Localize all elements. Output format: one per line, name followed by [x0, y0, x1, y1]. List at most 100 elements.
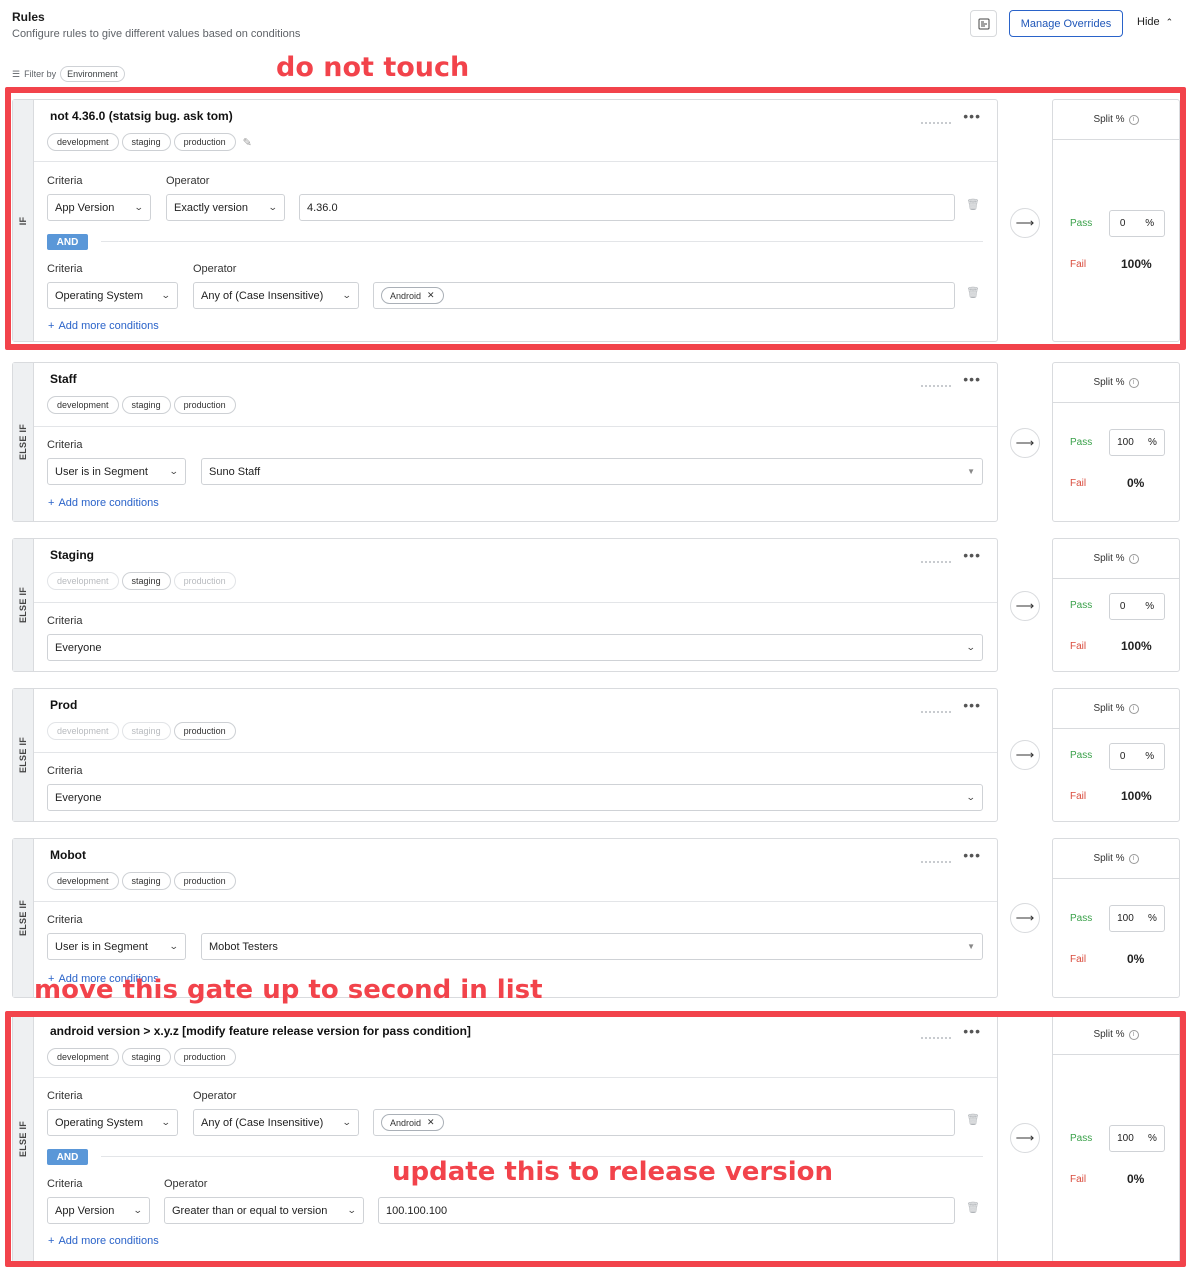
environment-tags: development staging production [47, 872, 236, 890]
fail-value: 100% [1121, 789, 1152, 803]
drag-handle[interactable] [921, 711, 951, 714]
criteria-label: Criteria [47, 914, 83, 926]
overrides-icon-button[interactable] [970, 10, 997, 37]
criteria-value: Everyone [55, 641, 102, 654]
arrow-right-icon: ⟶ [1010, 740, 1040, 770]
percent-sign: % [1147, 913, 1157, 924]
pass-percent-input[interactable]: 0% [1109, 743, 1165, 770]
criteria-select[interactable]: Everyone ⌄ [47, 634, 983, 661]
criteria-select[interactable]: User is in Segment ⌄ [47, 458, 186, 485]
criteria-select[interactable]: User is in Segment ⌄ [47, 933, 186, 960]
annotation-do-not-touch: do not touch [276, 52, 470, 83]
drag-handle[interactable] [921, 385, 951, 388]
pass-percent-input[interactable]: 100% [1109, 905, 1165, 932]
fail-label: Fail [1070, 641, 1087, 652]
info-icon[interactable]: i [1128, 703, 1139, 714]
rule-name[interactable]: Mobot [50, 848, 86, 862]
arrow-right-icon: ⟶ [1010, 428, 1040, 458]
split-label: Split % [1093, 703, 1125, 714]
criteria-select[interactable]: Everyone ⌄ [47, 784, 983, 811]
fail-label: Fail [1070, 791, 1087, 802]
chevron-down-icon: ⌄ [966, 642, 977, 652]
more-options-icon[interactable]: ••• [963, 547, 981, 563]
percent-sign: % [1147, 437, 1157, 448]
annotation-box-top [5, 87, 1186, 350]
rule-type-label: ELSE IF [18, 586, 28, 624]
env-tag-development[interactable]: development [47, 872, 119, 890]
fail-label: Fail [1070, 478, 1087, 489]
info-icon[interactable]: i [1128, 853, 1139, 864]
divider [34, 752, 997, 753]
environment-filter-chip[interactable]: Environment [60, 66, 125, 82]
list-settings-icon [978, 18, 989, 29]
env-tag-staging[interactable]: staging [121, 722, 171, 740]
env-tag-development[interactable]: development [47, 572, 119, 590]
drag-handle[interactable] [921, 861, 951, 864]
pass-label: Pass [1070, 600, 1093, 611]
hide-button[interactable]: Hide ⌃ [1137, 16, 1173, 28]
split-label: Split % [1093, 853, 1125, 864]
pass-label: Pass [1070, 750, 1093, 761]
chevron-down-icon: ⌄ [169, 941, 180, 951]
criteria-label: Criteria [47, 615, 83, 627]
env-tag-production[interactable]: production [173, 872, 236, 890]
annotation-move-gate: move this gate up to second in list [34, 975, 543, 1005]
info-icon[interactable]: i [1128, 553, 1139, 564]
fail-label: Fail [1070, 954, 1087, 965]
manage-overrides-button[interactable]: Manage Overrides [1009, 10, 1123, 37]
hide-label: Hide [1137, 16, 1160, 28]
fail-value: 0% [1127, 476, 1145, 490]
env-tag-staging[interactable]: staging [121, 396, 171, 414]
pass-value: 100 [1117, 437, 1134, 448]
rule-type-label: ELSE IF [18, 899, 28, 937]
add-more-label: Add more conditions [58, 497, 159, 509]
rule-type-bar: ELSE IF [13, 689, 34, 821]
env-tag-staging[interactable]: staging [121, 572, 171, 590]
criteria-value: User is in Segment [55, 940, 148, 953]
filter-label: Filter by [24, 69, 57, 79]
drag-handle[interactable] [921, 561, 951, 564]
env-tag-staging[interactable]: staging [121, 872, 171, 890]
info-icon[interactable]: i [1128, 377, 1139, 388]
pass-percent-input[interactable]: 0% [1109, 593, 1165, 620]
add-more-conditions-button[interactable]: + Add more conditions [48, 497, 159, 509]
filter-bar: ☰ Filter by Environment [12, 66, 125, 82]
env-tag-production[interactable]: production [173, 572, 236, 590]
rule-name[interactable]: Staging [50, 548, 94, 562]
criteria-value: User is in Segment [55, 465, 148, 478]
rule-card: ELSE IF Mobot ••• development staging pr… [12, 838, 998, 998]
more-options-icon[interactable]: ••• [963, 847, 981, 863]
segment-select[interactable]: Suno Staff ▼ [201, 458, 983, 485]
env-tag-development[interactable]: development [47, 396, 119, 414]
pass-percent-input[interactable]: 100% [1109, 429, 1165, 456]
divider [34, 901, 997, 902]
caret-down-icon: ▼ [967, 942, 975, 951]
env-tag-production[interactable]: production [173, 396, 236, 414]
chevron-down-icon: ⌄ [966, 792, 977, 802]
more-options-icon[interactable]: ••• [963, 371, 981, 387]
environment-tags: development staging production [47, 722, 236, 740]
env-tag-production[interactable]: production [173, 722, 236, 740]
env-tag-development[interactable]: development [47, 722, 119, 740]
page-subtitle: Configure rules to give different values… [12, 28, 301, 40]
rule-card: ELSE IF Staff ••• development staging pr… [12, 362, 998, 522]
plus-icon: + [48, 497, 55, 509]
rule-name[interactable]: Staff [50, 372, 77, 386]
arrow-right-icon: ⟶ [1010, 591, 1040, 621]
percent-sign: % [1145, 751, 1155, 762]
more-options-icon[interactable]: ••• [963, 697, 981, 713]
rule-name[interactable]: Prod [50, 698, 77, 712]
pass-label: Pass [1070, 913, 1093, 924]
criteria-label: Criteria [47, 439, 83, 451]
split-label: Split % [1093, 377, 1125, 388]
annotation-box-bottom [5, 1011, 1186, 1267]
divider [34, 426, 997, 427]
segment-value: Suno Staff [209, 465, 261, 478]
rule-type-bar: ELSE IF [13, 539, 34, 671]
pass-value: 100 [1117, 913, 1134, 924]
segment-select[interactable]: Mobot Testers ▼ [201, 933, 983, 960]
fail-value: 0% [1127, 952, 1145, 966]
pass-value: 0 [1119, 751, 1126, 762]
chevron-down-icon: ⌄ [169, 466, 180, 476]
chevron-up-icon: ⌃ [1165, 16, 1174, 27]
